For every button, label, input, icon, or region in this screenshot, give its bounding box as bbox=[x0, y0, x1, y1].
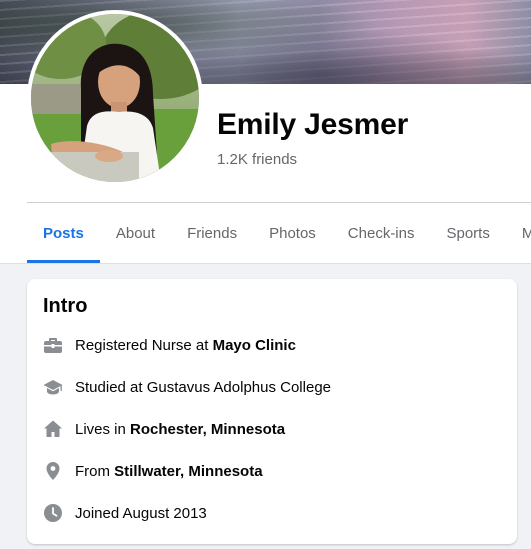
tab-sports[interactable]: Sports bbox=[430, 203, 505, 263]
avatar-photo bbox=[31, 14, 199, 182]
intro-item-hometown-text: From Stillwater, Minnesota bbox=[75, 463, 263, 480]
profile-avatar[interactable] bbox=[31, 14, 199, 182]
intro-item-education-text: Studied at Gustavus Adolphus College bbox=[75, 378, 332, 396]
clock-icon bbox=[43, 503, 63, 523]
tab-photos[interactable]: Photos bbox=[253, 203, 332, 263]
friends-count-link[interactable]: 1.2K friends bbox=[217, 151, 297, 168]
graduation-cap-icon bbox=[43, 377, 63, 397]
intro-item-joined-text: Joined August 2013 bbox=[75, 504, 207, 522]
briefcase-icon bbox=[43, 335, 63, 355]
intro-item-work-text: Registered Nurse at Mayo Clinic bbox=[75, 337, 296, 354]
tab-more[interactable]: More bbox=[506, 203, 531, 263]
intro-card: Intro Registered Nurse at Mayo Clinic St… bbox=[27, 279, 517, 544]
intro-item-hometown: From Stillwater, Minnesota bbox=[43, 460, 263, 482]
current-city-prefix: Lives in bbox=[75, 420, 131, 438]
intro-title: Intro bbox=[43, 295, 88, 317]
profile-name: Emily Jesmer bbox=[217, 108, 409, 141]
work-employer-link[interactable]: Mayo Clinic bbox=[213, 337, 296, 354]
intro-item-joined: Joined August 2013 bbox=[43, 502, 207, 524]
tabs-bottom-border bbox=[0, 263, 531, 264]
intro-item-work: Registered Nurse at Mayo Clinic bbox=[43, 334, 296, 356]
intro-item-current-city-text: Lives in Rochester, Minnesota bbox=[75, 421, 285, 438]
hometown-prefix: From bbox=[75, 462, 115, 480]
tab-check-ins[interactable]: Check-ins bbox=[332, 203, 431, 263]
tab-friends[interactable]: Friends bbox=[171, 203, 253, 263]
tab-about[interactable]: About bbox=[100, 203, 171, 263]
profile-tabs: Posts About Friends Photos Check-ins Spo… bbox=[27, 203, 531, 263]
profile-header: Emily Jesmer 1.2K friends Posts About Fr… bbox=[0, 0, 531, 264]
location-pin-icon bbox=[43, 461, 63, 481]
intro-item-education: Studied at Gustavus Adolphus College bbox=[43, 376, 331, 398]
current-city-link[interactable]: Rochester, Minnesota bbox=[130, 421, 285, 438]
work-prefix: Registered Nurse at bbox=[75, 336, 213, 354]
intro-item-current-city: Lives in Rochester, Minnesota bbox=[43, 418, 285, 440]
tab-posts[interactable]: Posts bbox=[27, 203, 100, 263]
hometown-link[interactable]: Stillwater, Minnesota bbox=[114, 463, 262, 480]
home-icon bbox=[43, 419, 63, 439]
